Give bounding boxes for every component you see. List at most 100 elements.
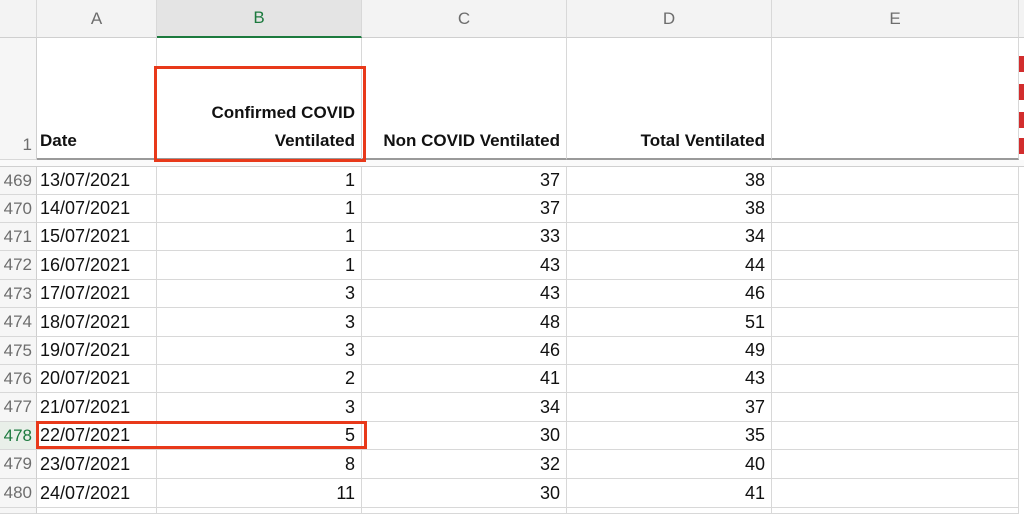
confirmed-cell[interactable]: 11: [157, 479, 362, 508]
row-header-1[interactable]: 1: [0, 38, 37, 160]
empty-cell[interactable]: [772, 251, 1019, 280]
row-header[interactable]: 477: [0, 393, 37, 422]
empty-cell[interactable]: [772, 223, 1019, 251]
cell-e1[interactable]: [772, 38, 1019, 160]
date-cell[interactable]: 22/07/2021: [37, 422, 157, 450]
column-header-c[interactable]: C: [362, 0, 567, 38]
cell-a1[interactable]: Date: [37, 38, 157, 160]
empty-cell[interactable]: [772, 508, 1019, 514]
total-cell[interactable]: 40: [567, 450, 772, 479]
empty-cell[interactable]: [157, 508, 362, 514]
total-cell[interactable]: 46: [567, 280, 772, 308]
confirmed-cell[interactable]: 3: [157, 280, 362, 308]
empty-cell[interactable]: [37, 508, 157, 514]
column-header-b[interactable]: B: [157, 0, 362, 38]
confirmed-cell[interactable]: 8: [157, 450, 362, 479]
total-cell[interactable]: 38: [567, 167, 772, 195]
row-header-active[interactable]: 478: [0, 422, 37, 450]
non-covid-cell[interactable]: 37: [362, 195, 567, 223]
row-header[interactable]: 470: [0, 195, 37, 223]
confirmed-cell[interactable]: 5: [157, 422, 362, 450]
non-covid-cell[interactable]: 41: [362, 365, 567, 393]
column-header-d[interactable]: D: [567, 0, 772, 38]
non-covid-cell[interactable]: 46: [362, 337, 567, 365]
empty-cell[interactable]: [772, 393, 1019, 422]
total-cell[interactable]: 37: [567, 393, 772, 422]
non-covid-cell[interactable]: 33: [362, 223, 567, 251]
non-covid-cell[interactable]: 32: [362, 450, 567, 479]
date-cell[interactable]: 15/07/2021: [37, 223, 157, 251]
total-cell[interactable]: 34: [567, 223, 772, 251]
row-header[interactable]: 480: [0, 479, 37, 508]
non-covid-cell[interactable]: 30: [362, 479, 567, 508]
row-header[interactable]: 472: [0, 251, 37, 280]
confirmed-cell[interactable]: 1: [157, 251, 362, 280]
row-header[interactable]: 476: [0, 365, 37, 393]
non-covid-cell[interactable]: 48: [362, 308, 567, 337]
empty-cell[interactable]: [772, 365, 1019, 393]
empty-cell[interactable]: [772, 167, 1019, 195]
row-header[interactable]: 473: [0, 280, 37, 308]
empty-cell[interactable]: [772, 195, 1019, 223]
total-cell[interactable]: 35: [567, 422, 772, 450]
empty-cell[interactable]: [772, 337, 1019, 365]
empty-cell[interactable]: [772, 308, 1019, 337]
date-cell[interactable]: 16/07/2021: [37, 251, 157, 280]
row-header[interactable]: 479: [0, 450, 37, 479]
date-cell[interactable]: 17/07/2021: [37, 280, 157, 308]
column-header-e[interactable]: E: [772, 0, 1019, 38]
non-covid-cell[interactable]: 37: [362, 167, 567, 195]
column-letter: C: [457, 8, 471, 28]
date-cell[interactable]: 21/07/2021: [37, 393, 157, 422]
date-cell[interactable]: 14/07/2021: [37, 195, 157, 223]
cell-d1[interactable]: Total Ventilated: [567, 38, 772, 160]
cell-b1[interactable]: Confirmed COVID Ventilated: [157, 38, 362, 160]
cell-c1[interactable]: Non COVID Ventilated: [362, 38, 567, 160]
date-cell[interactable]: 18/07/2021: [37, 308, 157, 337]
date-cell[interactable]: 24/07/2021: [37, 479, 157, 508]
total-cell[interactable]: 41: [567, 479, 772, 508]
column-letter: B: [253, 8, 265, 27]
empty-cell[interactable]: [772, 479, 1019, 508]
row-header[interactable]: 469: [0, 167, 37, 195]
row-header[interactable]: 471: [0, 223, 37, 251]
empty-cell[interactable]: [772, 450, 1019, 479]
row-number: 477: [3, 397, 32, 416]
column-header-f[interactable]: [1019, 0, 1024, 38]
select-all-corner[interactable]: [0, 0, 37, 38]
row-number: 476: [3, 368, 32, 388]
header-confirmed-line2: Ventilated: [274, 131, 355, 150]
date-cell[interactable]: 13/07/2021: [37, 167, 157, 195]
non-covid-cell[interactable]: 30: [362, 422, 567, 450]
confirmed-cell[interactable]: 3: [157, 393, 362, 422]
confirmed-cell[interactable]: 2: [157, 365, 362, 393]
non-covid-cell[interactable]: 34: [362, 393, 567, 422]
column-header-a[interactable]: A: [37, 0, 157, 38]
empty-cell[interactable]: [362, 508, 567, 514]
empty-cell[interactable]: [772, 422, 1019, 450]
total-cell[interactable]: 38: [567, 195, 772, 223]
date-cell[interactable]: 20/07/2021: [37, 365, 157, 393]
non-covid-cell[interactable]: 43: [362, 251, 567, 280]
empty-cell[interactable]: [567, 508, 772, 514]
non-covid-cell[interactable]: 43: [362, 280, 567, 308]
total-cell[interactable]: 44: [567, 251, 772, 280]
confirmed-cell[interactable]: 3: [157, 308, 362, 337]
header-date: Date: [40, 131, 77, 150]
row-number: 474: [3, 312, 32, 331]
empty-cell[interactable]: [772, 280, 1019, 308]
confirmed-cell[interactable]: 1: [157, 167, 362, 195]
row-header[interactable]: [0, 508, 37, 514]
date-cell[interactable]: 19/07/2021: [37, 337, 157, 365]
row-header[interactable]: 475: [0, 337, 37, 365]
column-letter: A: [90, 8, 103, 28]
header-total: Total Ventilated: [640, 131, 765, 150]
date-cell[interactable]: 23/07/2021: [37, 450, 157, 479]
total-cell[interactable]: 51: [567, 308, 772, 337]
confirmed-cell[interactable]: 1: [157, 223, 362, 251]
total-cell[interactable]: 43: [567, 365, 772, 393]
total-cell[interactable]: 49: [567, 337, 772, 365]
confirmed-cell[interactable]: 3: [157, 337, 362, 365]
confirmed-cell[interactable]: 1: [157, 195, 362, 223]
row-header[interactable]: 474: [0, 308, 37, 337]
